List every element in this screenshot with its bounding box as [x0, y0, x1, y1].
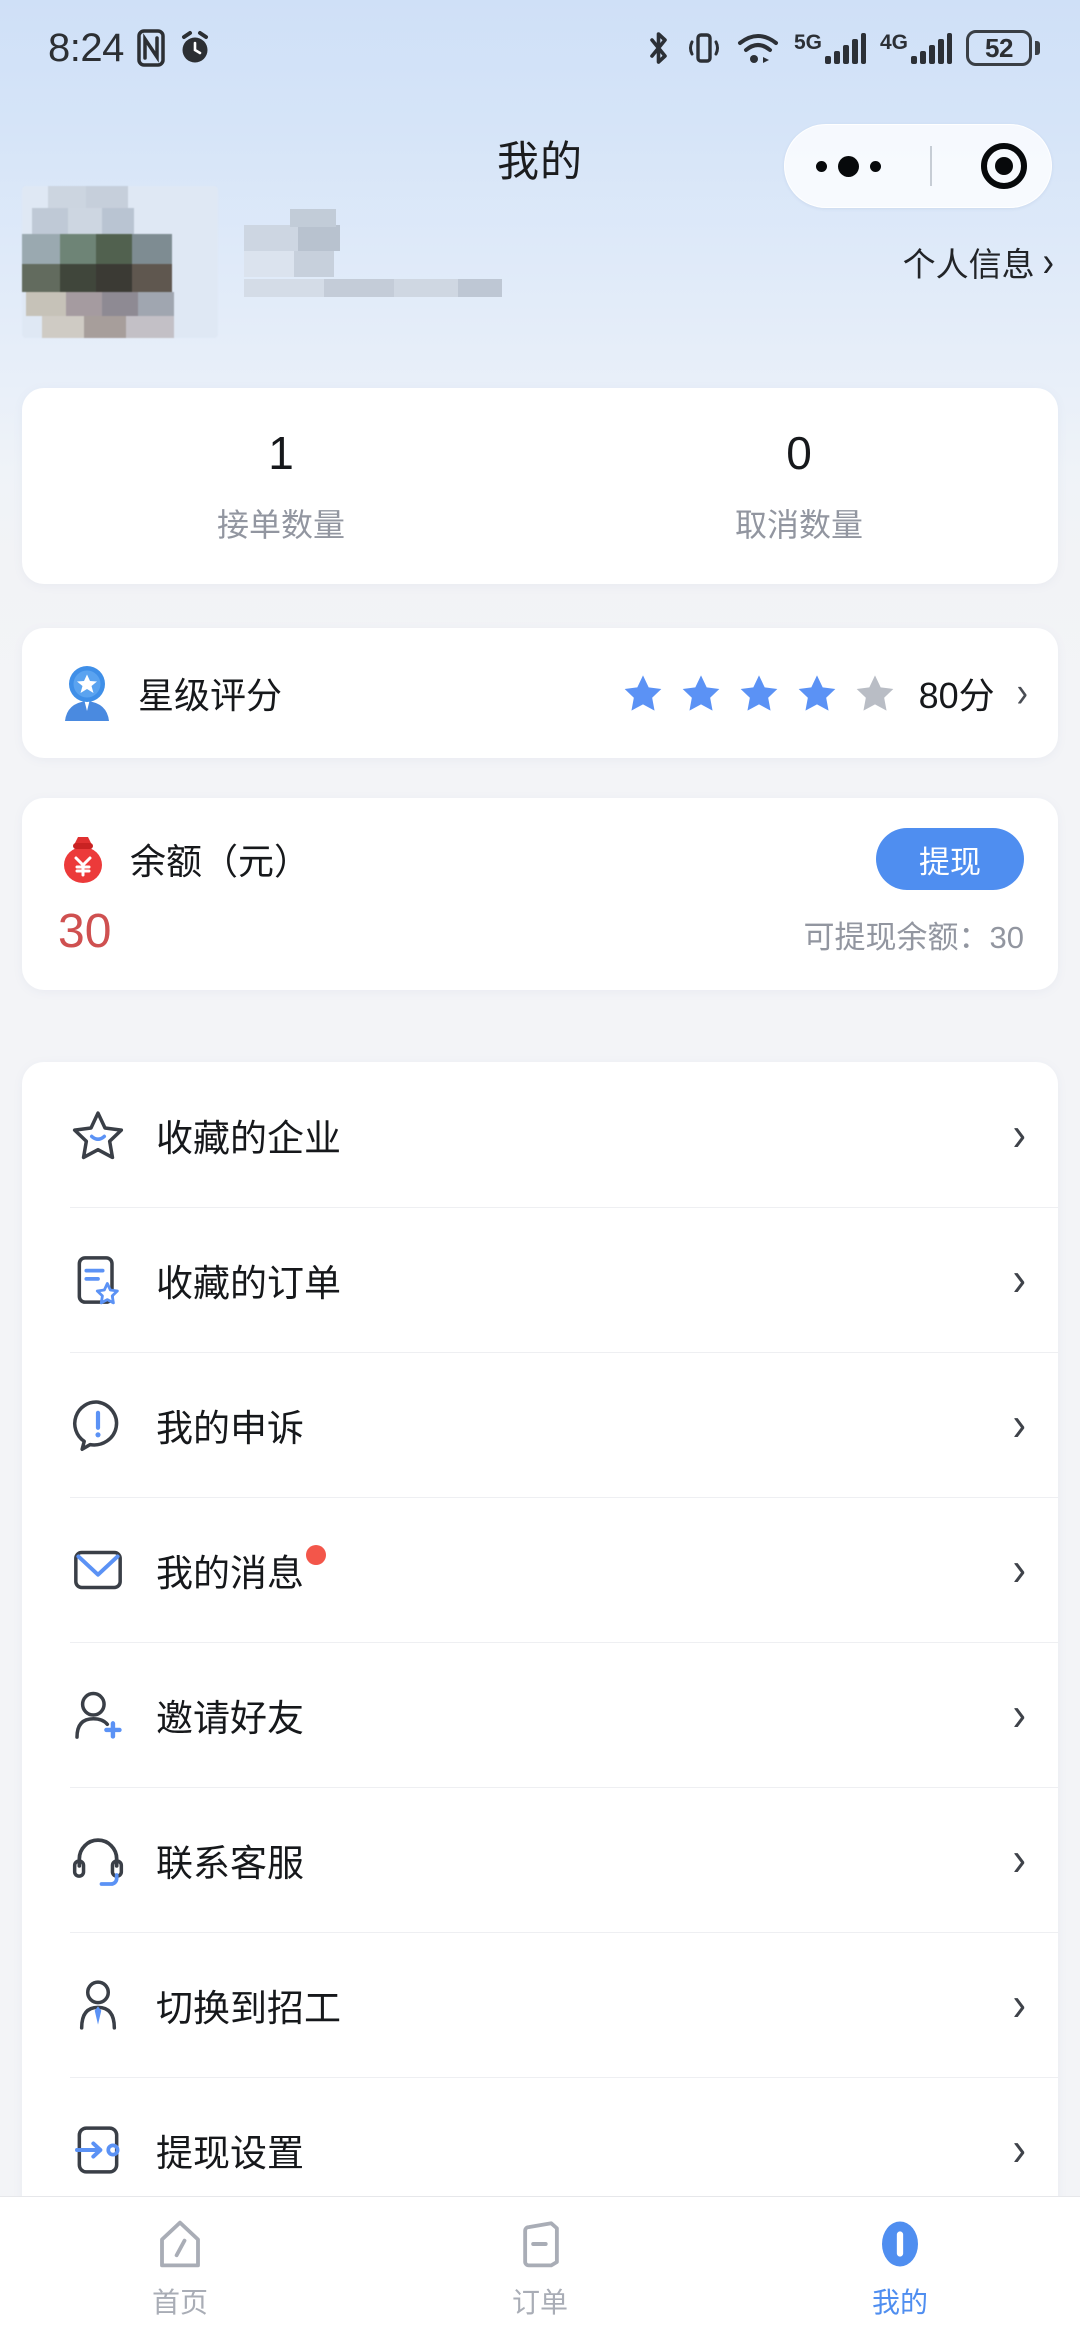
balance-card: 余额（元） 提现 30 可提现余额：30: [22, 798, 1058, 990]
order-icon: [523, 2220, 559, 2267]
stat-orders-taken[interactable]: 1 接单数量: [22, 388, 540, 584]
menu-item-text: 我的消息: [156, 1552, 304, 1594]
menu-item-favorite-orders[interactable]: 收藏的订单 ›: [22, 1207, 1058, 1352]
bluetooth-icon: [650, 32, 667, 64]
rating-left: 星级评分: [60, 665, 282, 721]
stat-label: 取消数量: [734, 507, 863, 543]
chevron-right-icon: ›: [1012, 1833, 1026, 1886]
menu-item-invite-friends[interactable]: 邀请好友 ›: [22, 1642, 1058, 1787]
wifi-icon: [737, 34, 778, 63]
miniprogram-capsule[interactable]: [784, 124, 1052, 208]
balance-bottom-row: 30 可提现余额：30: [58, 908, 1024, 956]
bottom-tab-bar: 首页 订单 我的: [0, 2196, 1080, 2340]
balance-top-row: 余额（元） 提现: [58, 828, 1024, 890]
capsule-divider: [929, 146, 932, 186]
withdraw-settings-icon: [75, 2125, 120, 2174]
menu-item-label: 联系客服: [156, 1842, 304, 1884]
chevron-right-icon: ›: [1042, 238, 1054, 286]
chevron-right-icon: ›: [1016, 668, 1028, 717]
menu-item-contact-support[interactable]: 联系客服 ›: [22, 1787, 1058, 1932]
tab-home[interactable]: 首页: [0, 2217, 360, 2321]
home-icon: [160, 2220, 200, 2267]
user-tie-icon: [79, 1979, 117, 2030]
menu-item-label: 切换到招工: [156, 1987, 341, 2029]
chevron-right-icon: ›: [1012, 1688, 1026, 1741]
menu-list: 收藏的企业 › 收藏的订单 › 我的申诉 › 我的消息 › 邀请好友 › 联系客…: [22, 1062, 1058, 2222]
chevron-right-icon: ›: [1012, 1253, 1026, 1306]
unread-badge-dot: [306, 1544, 326, 1565]
menu-item-favorite-companies[interactable]: 收藏的企业 ›: [22, 1062, 1058, 1207]
headset-icon: [72, 1837, 124, 1886]
tab-orders[interactable]: 订单: [360, 2217, 720, 2321]
target-circle-icon[interactable]: [980, 143, 1027, 189]
star-icon-filled-4: [798, 675, 835, 711]
vibrate-icon: [688, 33, 719, 63]
balance-amount: 30: [58, 905, 112, 958]
profile-header[interactable]: [22, 186, 502, 338]
app-screen: 8:24 5G 4G 52 我的 个人信息 › 1 接单数量 0 取消数量 星级…: [0, 0, 1080, 2340]
rating-badge-user-icon: [65, 666, 109, 721]
star-icon-filled-1: [624, 675, 661, 711]
rating-right: 80分 ›: [621, 667, 1028, 719]
chevron-right-icon: ›: [1012, 1108, 1026, 1161]
tab-label: 我的: [871, 2286, 928, 2318]
status-bar-left: 8:24: [48, 26, 212, 71]
chevron-right-icon: ›: [1012, 1398, 1026, 1451]
rating-title: 星级评分: [138, 675, 283, 716]
tab-mine[interactable]: 我的: [720, 2217, 1080, 2321]
mine-icon: [882, 2221, 918, 2266]
menu-item-label: 收藏的订单: [156, 1262, 341, 1304]
rating-score: 80分: [918, 675, 995, 716]
withdraw-button[interactable]: 提现: [876, 828, 1024, 890]
status-bar-clock: 8:24: [48, 25, 124, 70]
menu-item-label: 收藏的企业: [156, 1117, 341, 1159]
menu-item-label: 邀请好友: [156, 1697, 304, 1739]
tab-label: 订单: [511, 2286, 568, 2318]
personal-info-link[interactable]: 个人信息 ›: [903, 238, 1054, 286]
stat-value: 0: [786, 427, 812, 479]
menu-item-my-messages[interactable]: 我的消息 ›: [22, 1497, 1058, 1642]
more-dots-icon[interactable]: [810, 155, 881, 177]
star-rating: [621, 671, 897, 715]
signal-5g-icon: 5G: [794, 32, 866, 64]
alarm-icon: [181, 31, 208, 63]
chevron-right-icon: ›: [1012, 2123, 1026, 2176]
battery-level-text: 52: [985, 32, 1013, 63]
chevron-right-icon: ›: [1012, 1543, 1026, 1596]
menu-item-switch-to-recruiting[interactable]: 切换到招工 ›: [22, 1932, 1058, 2077]
balance-title: 余额（元）: [130, 841, 311, 882]
star-icon-filled-2: [682, 675, 719, 711]
avatar[interactable]: [22, 186, 218, 338]
envelope-icon: [74, 1550, 122, 1589]
menu-item-my-appeals[interactable]: 我的申诉 ›: [22, 1352, 1058, 1497]
nfc-icon: [137, 29, 165, 67]
exclamation-bubble-icon: [73, 1399, 119, 1451]
menu-item-label: 提现设置: [156, 2132, 304, 2174]
money-bag-icon: [64, 837, 102, 883]
signal-4g-icon: 4G: [880, 32, 952, 64]
stat-label: 接单数量: [216, 507, 345, 543]
balance-title-group: 余额（元）: [58, 832, 310, 886]
chevron-right-icon: ›: [1012, 1978, 1026, 2031]
stat-value: 1: [268, 427, 294, 479]
available-balance-label: 可提现余额：30: [803, 919, 1024, 955]
battery-cap: [1035, 41, 1040, 55]
battery-body: 52: [966, 30, 1032, 66]
stat-orders-cancelled[interactable]: 0 取消数量: [540, 388, 1058, 584]
personal-info-label: 个人信息: [902, 246, 1035, 283]
star-icon-filled-3: [740, 675, 777, 711]
star-icon-empty-5: [856, 675, 893, 711]
menu-item-label: 我的消息: [156, 1543, 326, 1597]
menu-item-label: 我的申诉: [156, 1407, 304, 1449]
status-bar: 8:24 5G 4G 52: [0, 0, 1080, 96]
stats-card: 1 接单数量 0 取消数量: [22, 388, 1058, 584]
status-bar-right: 5G 4G 52: [646, 29, 1040, 67]
rating-card[interactable]: 星级评分 80分 ›: [22, 628, 1058, 758]
user-plus-icon: [75, 1691, 122, 1739]
star-outline-icon: [72, 1110, 124, 1159]
username: [244, 209, 502, 315]
doc-star-icon: [77, 1255, 119, 1304]
battery-indicator: 52: [966, 30, 1040, 66]
tab-label: 首页: [151, 2286, 208, 2318]
